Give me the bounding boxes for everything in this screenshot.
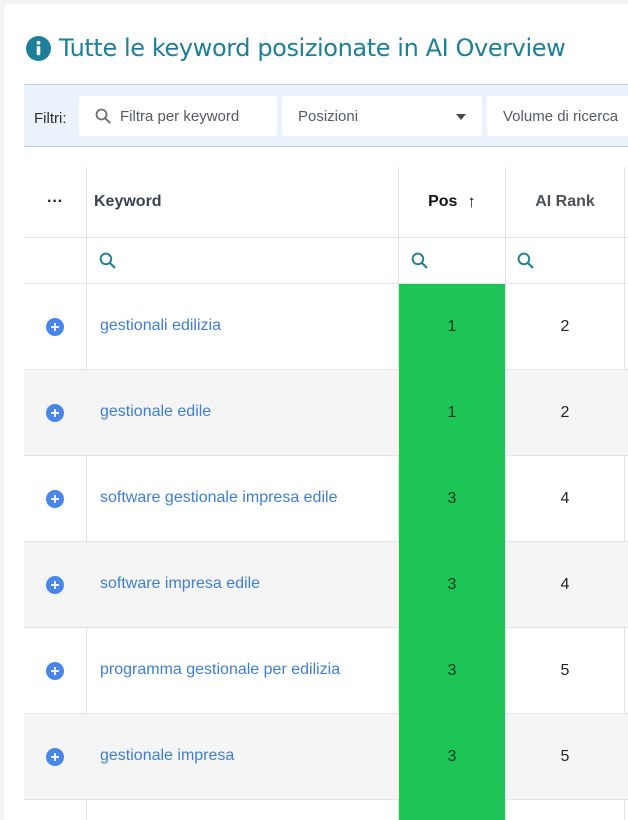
column-filter-row (24, 238, 628, 284)
keyword-filter-input[interactable]: Filtra per keyword (79, 96, 277, 136)
column-header-pos-label: Pos (428, 193, 458, 210)
plus-circle-icon[interactable] (46, 490, 64, 508)
keyword-link[interactable]: software impresa edile (100, 575, 260, 593)
search-volume-filter-label: Volume di ricerca (503, 107, 619, 125)
plus-circle-icon[interactable] (46, 576, 64, 594)
pos-cell: 3 (399, 542, 505, 628)
column-header-keyword[interactable]: Keyword (94, 167, 394, 237)
pos-cell: 3 (399, 714, 505, 800)
keyword-link[interactable]: gestionale edile (100, 403, 211, 421)
plus-circle-icon[interactable] (46, 404, 64, 422)
sort-ascending-icon: ↑ (467, 192, 476, 211)
table-body: gestionali edilizia 1 2 gestionale edile… (24, 284, 628, 800)
info-icon[interactable] (26, 35, 51, 61)
filter-label: Filtri: (34, 110, 67, 127)
column-header-ai-rank-label: AI Rank (535, 193, 595, 210)
positions-dropdown-label: Posizioni (298, 107, 359, 125)
plus-circle-icon[interactable] (46, 662, 64, 680)
column-header-pos[interactable]: Pos ↑ (399, 167, 505, 237)
keyword-filter-placeholder: Filtra per keyword (120, 107, 240, 125)
chevron-down-icon (456, 114, 466, 120)
table-row: gestionali edilizia 1 2 (24, 284, 628, 370)
keyword-link[interactable]: gestionali edilizia (100, 317, 221, 335)
keyword-link[interactable]: gestionale impresa (100, 747, 234, 765)
column-header-keyword-label: Keyword (94, 193, 162, 210)
plus-circle-icon[interactable] (46, 318, 64, 336)
page: Tutte le keyword posizionate in AI Overv… (0, 0, 628, 820)
keyword-column-search-icon[interactable] (99, 252, 116, 274)
ai-rank-cell: 5 (560, 662, 570, 679)
table-header: ··· Keyword Pos ↑ AI Rank (24, 167, 628, 238)
pos-column-search-icon[interactable] (411, 252, 428, 274)
table-row: gestionale impresa 3 5 (24, 714, 628, 800)
ai-rank-cell: 5 (560, 748, 570, 765)
search-icon (95, 108, 111, 124)
panel-header: Tutte le keyword posizionate in AI Overv… (26, 32, 566, 64)
keyword-link[interactable]: programma gestionale per edilizia (100, 661, 340, 679)
ai-rank-cell: 2 (560, 318, 570, 335)
pos-cell: 3 (399, 456, 505, 542)
table-row: gestionale edile 1 2 (24, 370, 628, 456)
filter-bar: Filtri: Filtra per keyword Posizioni Vol… (24, 84, 628, 147)
ai-rank-cell: 2 (560, 404, 570, 421)
page-title: Tutte le keyword posizionate in AI Overv… (59, 34, 566, 62)
keyword-link[interactable]: software gestionale impresa edile (100, 489, 337, 507)
plus-circle-icon[interactable] (46, 748, 64, 766)
pos-cell: 3 (399, 628, 505, 714)
positions-dropdown[interactable]: Posizioni (282, 96, 482, 136)
table-row: software gestionale impresa edile 3 4 (24, 456, 628, 542)
ai-rank-cell: 4 (560, 490, 570, 507)
pos-cell-partial (399, 800, 505, 820)
table-row: software impresa edile 3 4 (24, 542, 628, 628)
pos-cell: 1 (399, 284, 505, 370)
ai-rank-cell: 4 (560, 576, 570, 593)
table-row: programma gestionale per edilizia 3 5 (24, 628, 628, 714)
column-header-ai-rank[interactable]: AI Rank (506, 167, 624, 237)
search-volume-filter[interactable]: Volume di ricerca (487, 96, 628, 136)
ai-rank-column-search-icon[interactable] (517, 252, 534, 274)
pos-cell: 1 (399, 370, 505, 456)
column-menu-button[interactable]: ··· (24, 167, 86, 237)
keyword-table: ··· Keyword Pos ↑ AI Rank gestionali edi… (24, 167, 628, 820)
panel: Tutte le keyword posizionate in AI Overv… (4, 4, 628, 820)
